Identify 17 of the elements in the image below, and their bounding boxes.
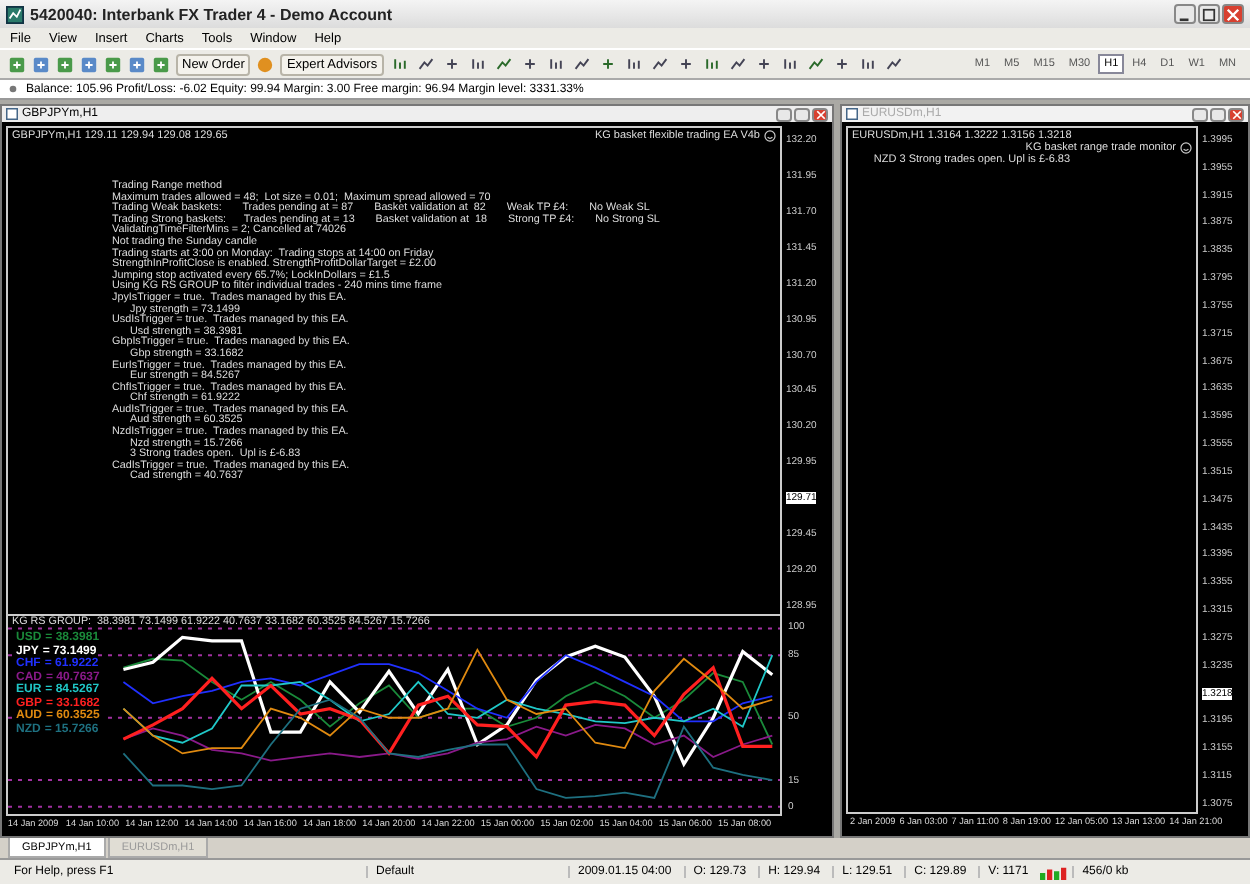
close-button[interactable]	[1228, 107, 1244, 121]
chart-icon	[6, 108, 18, 120]
close-icon	[1231, 109, 1241, 119]
window-title: 5420040: Interbank FX Trader 4 - Demo Account	[30, 5, 393, 23]
close-button[interactable]	[812, 107, 828, 121]
close-icon	[815, 109, 825, 119]
new-chart-icon[interactable]	[8, 55, 26, 73]
app-icon	[6, 5, 24, 23]
close-button[interactable]	[1222, 4, 1244, 24]
connection-icon	[1040, 865, 1069, 879]
close-icon	[1226, 7, 1240, 21]
maximize-button[interactable]	[1198, 4, 1220, 24]
maximize-icon	[1202, 7, 1216, 21]
smiley-icon	[1180, 142, 1192, 154]
bar-chart-icon[interactable]	[391, 56, 408, 72]
chart-icon	[846, 108, 858, 120]
minimize-button[interactable]	[1174, 4, 1196, 24]
